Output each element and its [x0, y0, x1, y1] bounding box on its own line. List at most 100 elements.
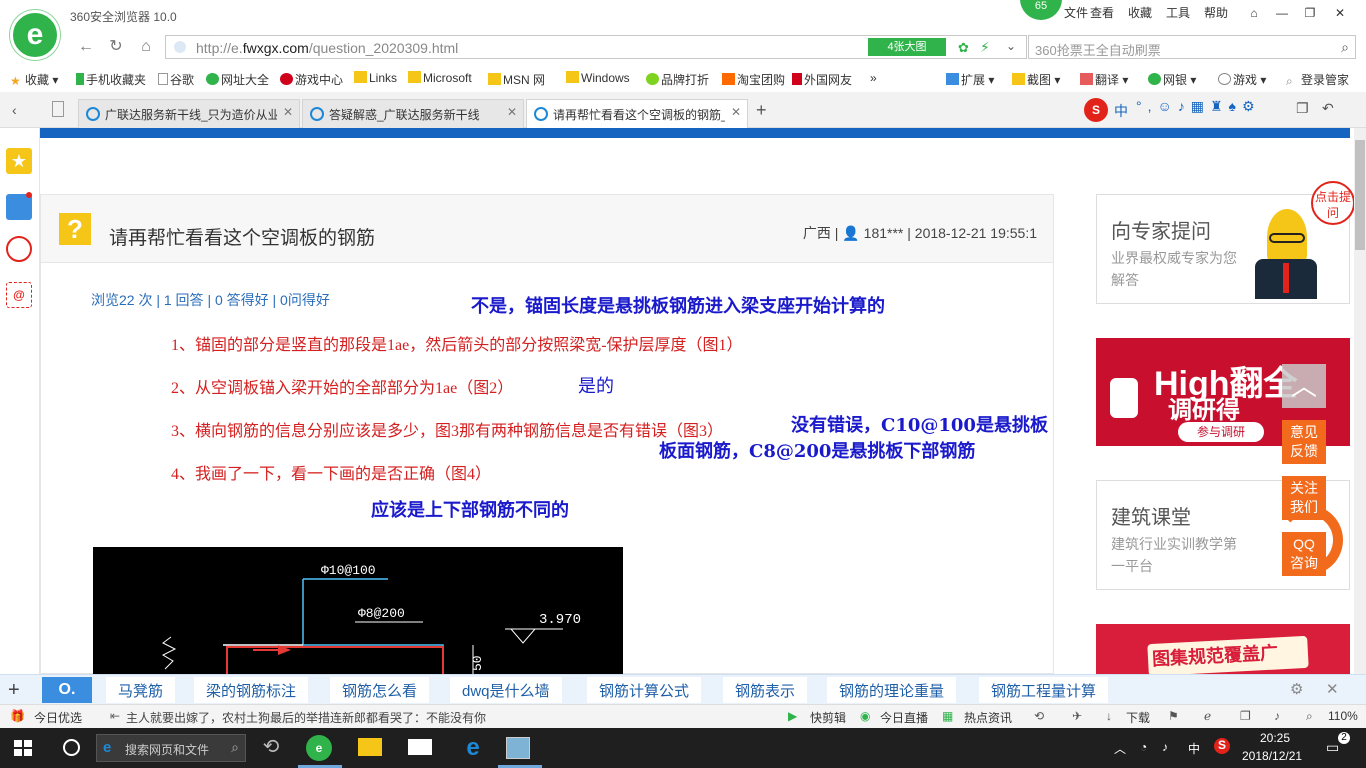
clock-time[interactable]: 20:25 — [1260, 731, 1290, 745]
tab-guanglianda-home[interactable]: 广联达服务新干线_只为造价从业 ✕ — [78, 99, 300, 128]
site-info-icon[interactable] — [174, 41, 186, 53]
edge-icon[interactable]: e — [458, 734, 488, 762]
minimize-button[interactable]: — — [1268, 2, 1296, 24]
related-link[interactable]: 钢筋工程量计算 — [979, 677, 1109, 703]
back-arrow-icon[interactable]: ← — [76, 38, 96, 58]
page-scrollbar[interactable] — [1354, 128, 1366, 674]
bookmark-google[interactable]: 谷歌 — [158, 71, 194, 88]
ie-icon[interactable]: ℯ — [1204, 709, 1211, 723]
tab-question-active[interactable]: 请再帮忙看看这个空调板的钢筋_ ✕ — [526, 99, 748, 129]
related-link[interactable]: 钢筋表示 — [723, 677, 808, 703]
today-pick-label[interactable]: 今日优选 — [34, 709, 82, 726]
bookmark-msn[interactable]: MSN 网 — [488, 71, 545, 88]
feedback-button[interactable]: 意见反馈 — [1282, 420, 1326, 464]
tab-qa[interactable]: 答疑解惑_广联达服务新干线 ✕ — [302, 99, 524, 128]
add-icon[interactable]: + — [8, 679, 20, 702]
quick-clip-label[interactable]: 快剪辑 — [810, 709, 846, 726]
click-to-ask-badge[interactable]: 点击提问 — [1311, 181, 1354, 225]
related-link[interactable]: 钢筋的理论重量 — [827, 677, 957, 703]
bookmark-microsoft[interactable]: Microsoft — [408, 71, 472, 85]
more-bookmarks-icon[interactable]: » — [870, 71, 877, 85]
360-browser-taskbar-icon[interactable]: e — [306, 735, 332, 761]
menu-favorites[interactable]: 收藏 — [1128, 4, 1152, 21]
refresh-green-icon[interactable]: ✿ — [958, 40, 969, 56]
network-icon[interactable]: ◔ — [1140, 740, 1147, 754]
toolbar-extensions[interactable]: 扩展 ▾ — [946, 71, 994, 88]
skin-icon[interactable]: ⌂ — [1240, 2, 1268, 24]
chevron-down-icon[interactable]: ⌄ — [1006, 39, 1016, 53]
bookmark-favorites[interactable]: ★ 收藏 ▾ — [10, 71, 58, 88]
toolbar-bank[interactable]: 网银 ▾ — [1148, 71, 1196, 88]
search-engine-logo-icon[interactable]: O. — [42, 677, 92, 703]
taskview-icon[interactable]: ⟲ — [256, 734, 286, 762]
close-related-icon[interactable]: ✕ — [1326, 680, 1339, 698]
live-icon[interactable]: ◉ — [860, 709, 870, 723]
undo-close-icon[interactable]: ↶ — [1322, 100, 1334, 117]
url-input[interactable]: http://e.fwxgx.com/question_2020309.html… — [165, 35, 1027, 59]
ask-expert-card[interactable]: 向专家提问 业界最权威专家为您解答 点击提问 — [1096, 181, 1354, 304]
big-picture-button[interactable]: 4张大图 — [868, 38, 946, 56]
bookmark-links[interactable]: Links — [354, 71, 397, 85]
favorites-star-icon[interactable]: ★ — [6, 148, 32, 174]
volume-icon[interactable]: ♪ — [1274, 709, 1280, 723]
search-input[interactable]: 360抢票王全自动刷票 ⌕ — [1028, 35, 1356, 59]
bookmark-foreign[interactable]: 外国网友 — [792, 71, 852, 88]
hot-news-label[interactable]: 热点资讯 — [964, 709, 1012, 726]
ime-mode-label[interactable]: 中 — [1114, 101, 1128, 121]
restore-button[interactable]: ❐ — [1296, 2, 1324, 24]
related-link[interactable]: 钢筋计算公式 — [587, 677, 702, 703]
download-icon[interactable]: ↓ — [1106, 709, 1112, 723]
ime-toolbar-icons[interactable]: °,☺♪▦♜♠⚙ — [1136, 98, 1261, 115]
speaker-icon[interactable]: ♪ — [1162, 740, 1168, 754]
tab-close-icon[interactable]: ✕ — [507, 105, 517, 119]
question-user[interactable]: 181*** — [864, 225, 904, 241]
bookmark-games[interactable]: 游戏中心 — [280, 71, 343, 88]
close-button[interactable]: ✕ — [1326, 2, 1354, 24]
atlas-banner[interactable]: 图集规范覆盖广 — [1096, 624, 1350, 674]
related-link[interactable]: dwq是什么墙 — [450, 677, 562, 703]
join-survey-button[interactable]: 参与调研 — [1178, 422, 1264, 442]
related-link[interactable]: 梁的钢筋标注 — [194, 677, 309, 703]
menu-tools[interactable]: 工具 — [1166, 4, 1190, 21]
flag-icon[interactable]: ⚑ — [1168, 709, 1179, 723]
cortana-icon[interactable] — [63, 739, 80, 756]
bookmark-hao[interactable]: 网址大全 — [206, 71, 269, 88]
sidebar-toggle-icon[interactable] — [52, 101, 64, 117]
menu-view[interactable]: 查看 — [1090, 4, 1114, 21]
window-icon[interactable]: ❐ — [1240, 709, 1251, 723]
tab-close-icon[interactable]: ✕ — [283, 105, 293, 119]
lightning-icon[interactable]: ⚡ — [980, 39, 990, 56]
restore-tabs-icon[interactable]: ❐ — [1296, 100, 1309, 117]
zoom-icon[interactable]: ⌕ — [1306, 709, 1313, 724]
new-tab-button[interactable]: + — [756, 100, 767, 121]
gift-icon[interactable]: 🎁 — [10, 709, 25, 723]
settings-gear-icon[interactable]: ⚙ — [1290, 680, 1303, 698]
browser-logo-icon[interactable]: e — [10, 10, 60, 60]
home-icon[interactable]: ⌂ — [136, 38, 156, 58]
mail-icon[interactable] — [408, 739, 432, 755]
bookmark-taobao[interactable]: 淘宝团购 — [722, 71, 785, 88]
download-label[interactable]: 下载 — [1126, 709, 1150, 726]
toolbar-games[interactable]: 游戏 ▾ — [1218, 71, 1266, 88]
search-icon[interactable]: ⌕ — [1341, 39, 1349, 56]
scrollbar-thumb[interactable] — [1355, 140, 1365, 250]
related-link[interactable]: 马凳筋 — [106, 677, 176, 703]
bookmark-discount[interactable]: 品牌打折 — [646, 71, 709, 88]
bookmark-windows[interactable]: Windows — [566, 71, 630, 85]
clock-date[interactable]: 2018/12/21 — [1242, 749, 1302, 763]
security-score-badge[interactable]: 65 — [1020, 0, 1062, 20]
toolbar-screenshot[interactable]: 截图 ▾ — [1012, 71, 1060, 88]
paint-icon[interactable] — [506, 737, 530, 759]
menu-file[interactable]: 文件 — [1064, 4, 1088, 21]
live-label[interactable]: 今日直播 — [880, 709, 928, 726]
hot-news-icon[interactable]: ▦ — [942, 709, 953, 723]
bookmark-mobile[interactable]: 手机收藏夹 — [76, 71, 146, 88]
back-to-top-icon[interactable]: ︿ — [1282, 364, 1326, 408]
email-icon[interactable]: @ — [6, 282, 32, 308]
taskbar-search-input[interactable]: e 搜索网页和文件 ⌕ — [96, 734, 246, 762]
related-link[interactable]: 钢筋怎么看 — [330, 677, 430, 703]
tab-close-icon[interactable]: ✕ — [731, 105, 741, 119]
quick-clip-icon[interactable]: ▶ — [788, 709, 797, 723]
weibo-icon[interactable] — [6, 236, 32, 262]
menu-help[interactable]: 帮助 — [1204, 4, 1228, 21]
